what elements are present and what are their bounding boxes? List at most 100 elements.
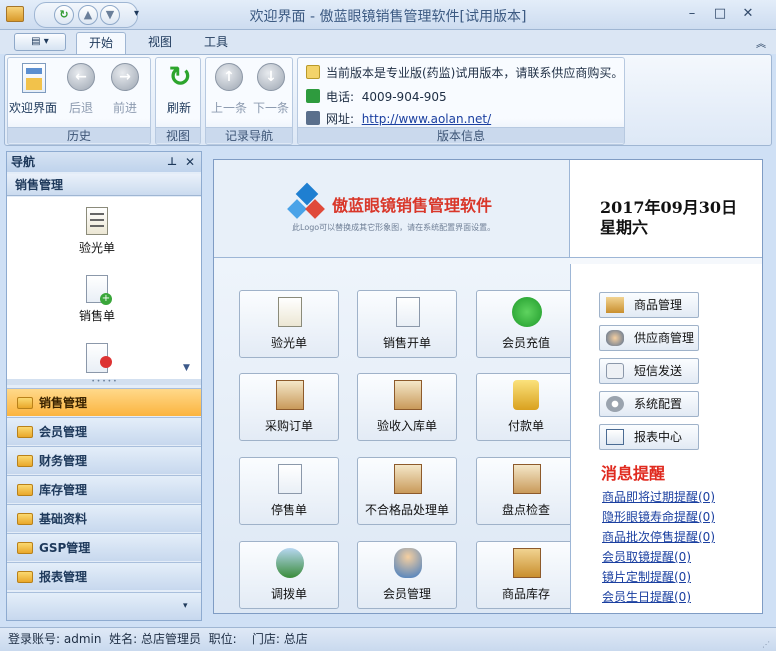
users-icon [394, 548, 422, 578]
collapse-ribbon-icon[interactable]: ︽ [756, 35, 766, 50]
supplier-management-button[interactable]: 供应商管理 [599, 325, 699, 351]
nav-header: 导航 ⊥ ✕ [7, 152, 201, 172]
tile-member-management[interactable]: 会员管理 [357, 541, 457, 609]
home-icon [306, 111, 320, 125]
close-panel-icon[interactable]: ✕ [185, 152, 195, 172]
nav-group-base-data[interactable]: 基础资料 [7, 504, 201, 532]
forward-arrow-icon: → [111, 63, 139, 91]
reminder-contact-lens[interactable]: 隐形眼镜寿命提醒(0) [602, 508, 715, 525]
nav-item-sales-order[interactable]: + 销售单 [7, 275, 187, 324]
nav-footer: ▾ [7, 592, 201, 620]
refresh-icon: ↻ [168, 60, 192, 93]
tile-optometry[interactable]: 验光单 [239, 290, 339, 358]
resize-grip-icon[interactable]: ⋰ [762, 634, 770, 651]
logo-title: 傲蓝眼镜销售管理软件 [332, 196, 493, 215]
forward-button[interactable]: → 前进 [104, 61, 146, 121]
report-center-button[interactable]: 报表中心 [599, 424, 699, 450]
folder-icon [17, 426, 33, 438]
tile-transfer[interactable]: 调拨单 [239, 541, 339, 609]
nav-group-inventory[interactable]: 库存管理 [7, 475, 201, 503]
house-block-icon [394, 464, 422, 494]
minimize-icon[interactable]: – [680, 4, 704, 24]
group-title-history: 历史 [8, 127, 150, 143]
system-config-button[interactable]: 系统配置 [599, 391, 699, 417]
tile-receiving[interactable]: 验收入库单 [357, 373, 457, 441]
phone-line: 电话: 4009-904-905 [306, 88, 447, 106]
version-notice: 当前版本是专业版(药监)试用版本，请联系供应商购买。 [306, 64, 623, 82]
box-icon [606, 297, 624, 313]
folder-icon [17, 542, 33, 554]
reminder-pickup[interactable]: 会员取镜提醒(0) [602, 548, 691, 565]
welcome-button[interactable]: 欢迎界面 [9, 61, 57, 121]
folder-icon [17, 397, 33, 409]
website-link[interactable]: http://www.aolan.net/ [362, 112, 491, 126]
home-page-icon [22, 63, 46, 93]
product-management-button[interactable]: 商品管理 [599, 292, 699, 318]
message-reminder-title: 消息提醒 [601, 464, 666, 483]
scroll-down-icon[interactable]: ▼ [183, 363, 190, 373]
sales-form-icon [396, 297, 420, 327]
pin-icon[interactable]: ⊥ [167, 152, 177, 172]
welcome-page: 傲蓝眼镜销售管理软件 此Logo可以替换成其它形象图，请在系统配置界面设置。 2… [213, 159, 763, 614]
reminder-expiring[interactable]: 商品即将过期提醒(0) [602, 488, 715, 505]
configure-buttons-icon[interactable]: ▾ [183, 601, 188, 611]
nav-item-partial[interactable] [7, 343, 187, 373]
ribbon-tabs: ▤ ▾ 开始 视图 工具 ︽ [0, 30, 776, 54]
tile-purchase-order[interactable]: 采购订单 [239, 373, 339, 441]
close-icon[interactable]: ✕ [736, 4, 760, 24]
group-history: 欢迎界面 ← 后退 → 前进 历史 [7, 57, 151, 145]
group-title-version: 版本信息 [298, 127, 624, 143]
gear-icon [606, 396, 624, 412]
nav-group-members[interactable]: 会员管理 [7, 417, 201, 445]
group-title-view: 视图 [156, 127, 200, 143]
tile-member-recharge[interactable]: 会员充值 [476, 290, 576, 358]
status-bar: 登录账号: admin 姓名: 总店管理员 职位: 门店: 总店 ⋰ [0, 627, 776, 651]
nav-group-gsp[interactable]: GSP管理 [7, 533, 201, 561]
back-button[interactable]: ← 后退 [60, 61, 102, 121]
reminder-birthday[interactable]: 会员生日提醒(0) [602, 588, 691, 605]
phone-icon [306, 89, 320, 103]
status-text: 登录账号: admin 姓名: 总店管理员 职位: 门店: 总店 [8, 632, 308, 646]
sms-button[interactable]: 短信发送 [599, 358, 699, 384]
app-menu-button[interactable]: ▤ ▾ [14, 33, 66, 51]
tile-stop-sale[interactable]: 停售单 [239, 457, 339, 525]
tile-product-stock[interactable]: 商品库存 [476, 541, 576, 609]
nav-group-sales[interactable]: 销售管理 [7, 388, 201, 416]
tab-tools[interactable]: 工具 [196, 32, 236, 54]
tile-nonconforming[interactable]: 不合格品处理单 [357, 457, 457, 525]
up-arrow-icon: ↑ [215, 63, 243, 91]
tab-start[interactable]: 开始 [76, 32, 126, 54]
date-panel: 2017年09月30日 星期六 [570, 160, 762, 258]
reminder-batch-stop[interactable]: 商品批次停售提醒(0) [602, 528, 715, 545]
nav-item-optometry[interactable]: 验光单 [7, 207, 187, 256]
maximize-icon[interactable]: □ [708, 4, 732, 24]
tile-payment[interactable]: 付款单 [476, 373, 576, 441]
transfer-icon [276, 548, 304, 578]
folder-icon [17, 513, 33, 525]
tile-sales-order[interactable]: 销售开单 [357, 290, 457, 358]
coins-icon [513, 380, 539, 410]
house-refresh-icon [513, 464, 541, 494]
tab-view[interactable]: 视图 [140, 32, 180, 54]
nav-group-finance[interactable]: 财务管理 [7, 446, 201, 474]
group-record-nav: ↑ 上一条 ↓ 下一条 记录导航 [205, 57, 293, 145]
current-weekday: 星期六 [600, 218, 649, 237]
message-icon [606, 363, 624, 379]
window-title: 欢迎界面 - 傲蓝眼镜销售管理软件[试用版本] [249, 9, 527, 25]
boxes-icon [513, 548, 541, 578]
shortcut-panel: 商品管理 供应商管理 短信发送 系统配置 报表中心 消息提醒 商品即将过期提醒(… [570, 264, 762, 613]
folder-icon [17, 571, 33, 583]
logo-subtitle: 此Logo可以替换成其它形象图，请在系统配置界面设置。 [292, 223, 496, 232]
folder-icon [17, 484, 33, 496]
optometry-form-icon [278, 297, 302, 327]
next-record-button[interactable]: ↓ 下一条 [250, 61, 292, 121]
splitter-grip[interactable]: • • • • • [7, 379, 201, 385]
nav-group-reports[interactable]: 报表管理 [7, 562, 201, 590]
reminder-lens-custom[interactable]: 镜片定制提醒(0) [602, 568, 691, 585]
sales-form-icon: + [86, 275, 112, 305]
tile-stocktake[interactable]: 盘点检查 [476, 457, 576, 525]
ribbon: 欢迎界面 ← 后退 → 前进 历史 ↻ 刷新 视图 ↑ 上一条 ↓ 下一条 记录… [4, 54, 772, 146]
notice-icon [306, 65, 320, 79]
refresh-button[interactable]: ↻ 刷新 [158, 61, 200, 121]
company-logo-icon [287, 182, 325, 220]
